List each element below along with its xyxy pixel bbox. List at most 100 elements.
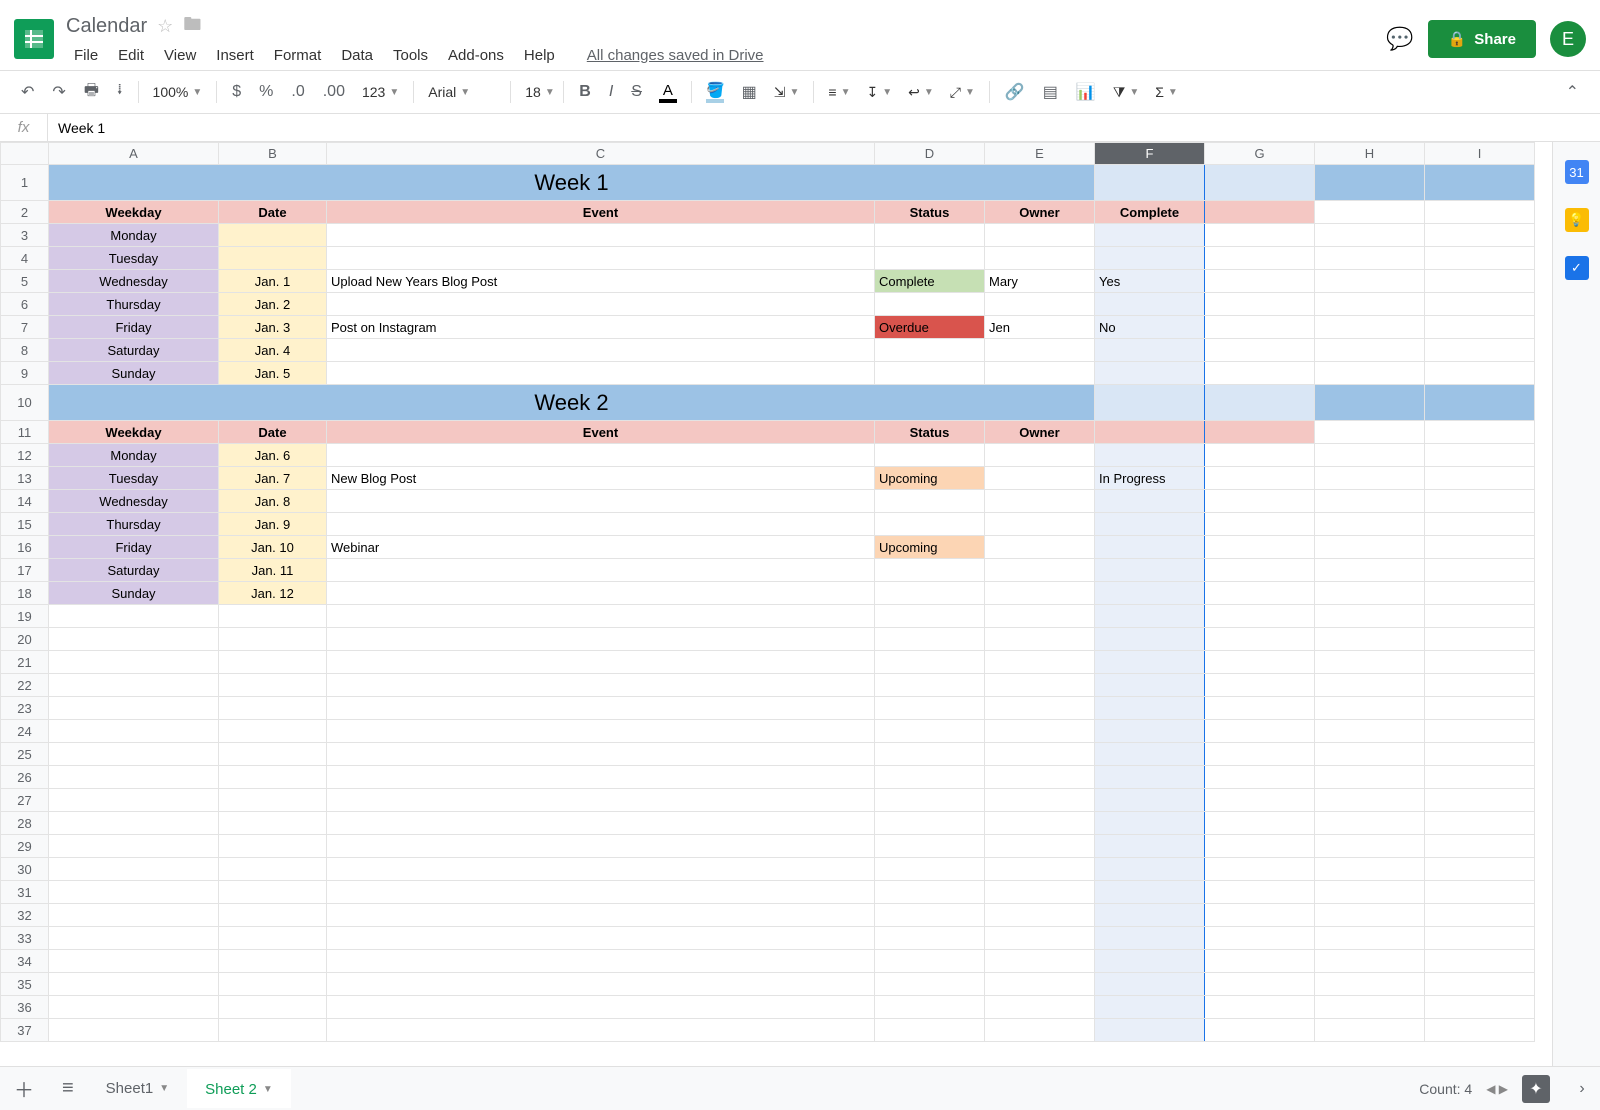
insert-comment-button[interactable]: ▤ <box>1036 77 1065 107</box>
cell[interactable] <box>1205 674 1315 697</box>
row-header-16[interactable]: 16 <box>1 536 49 559</box>
cell[interactable] <box>1095 697 1205 720</box>
cell[interactable] <box>49 858 219 881</box>
cell[interactable] <box>327 973 875 996</box>
strikethrough-button[interactable]: S <box>624 78 649 106</box>
row-header-6[interactable]: 6 <box>1 293 49 316</box>
cell[interactable] <box>1205 743 1315 766</box>
cell-status[interactable]: Overdue <box>875 316 985 339</box>
row-header-27[interactable]: 27 <box>1 789 49 812</box>
cell[interactable] <box>985 835 1095 858</box>
cell[interactable] <box>1425 1019 1535 1042</box>
cell[interactable] <box>1205 582 1315 605</box>
cell[interactable] <box>875 743 985 766</box>
cell[interactable] <box>219 812 327 835</box>
cell-date[interactable]: Jan. 8 <box>219 490 327 513</box>
cell-event[interactable] <box>327 582 875 605</box>
cell[interactable] <box>219 651 327 674</box>
sheet-tab-sheet1[interactable]: Sheet1▼ <box>88 1069 187 1108</box>
cell[interactable] <box>1425 559 1535 582</box>
select-all-cell[interactable] <box>1 143 49 165</box>
cell-date[interactable]: Jan. 1 <box>219 270 327 293</box>
currency-button[interactable]: $ <box>225 78 248 106</box>
cell-status[interactable] <box>875 339 985 362</box>
cell-status[interactable]: Upcoming <box>875 536 985 559</box>
cell-status[interactable] <box>875 224 985 247</box>
star-icon[interactable]: ☆ <box>157 16 173 37</box>
cell[interactable] <box>1095 927 1205 950</box>
cell[interactable] <box>875 973 985 996</box>
cell[interactable] <box>1425 316 1535 339</box>
menu-edit[interactable]: Edit <box>110 44 152 67</box>
save-status[interactable]: All changes saved in Drive <box>579 44 772 67</box>
row-header-14[interactable]: 14 <box>1 490 49 513</box>
cell[interactable] <box>327 743 875 766</box>
cell[interactable] <box>327 835 875 858</box>
cell-owner[interactable] <box>985 293 1095 316</box>
cell[interactable] <box>985 812 1095 835</box>
cell[interactable] <box>1315 1019 1425 1042</box>
cell[interactable] <box>985 950 1095 973</box>
cell-event[interactable] <box>327 293 875 316</box>
row-header-22[interactable]: 22 <box>1 674 49 697</box>
row-header-7[interactable]: 7 <box>1 316 49 339</box>
cell[interactable] <box>1425 224 1535 247</box>
cell-event[interactable] <box>327 247 875 270</box>
cell[interactable] <box>985 973 1095 996</box>
hdr-complete[interactable] <box>1095 421 1205 444</box>
cell[interactable] <box>1205 467 1315 490</box>
cell-status[interactable] <box>875 293 985 316</box>
tasks-addon-icon[interactable]: ✓ <box>1565 256 1589 280</box>
cell[interactable] <box>49 789 219 812</box>
cell[interactable] <box>1205 651 1315 674</box>
merge-cells-button[interactable]: ⇲▼ <box>768 80 806 105</box>
cell-weekday[interactable]: Friday <box>49 316 219 339</box>
cell[interactable] <box>49 674 219 697</box>
menu-format[interactable]: Format <box>266 44 330 67</box>
cell[interactable] <box>985 858 1095 881</box>
cell-status[interactable] <box>875 362 985 385</box>
cell[interactable] <box>49 973 219 996</box>
hdr-status[interactable]: Status <box>875 421 985 444</box>
cell-date[interactable]: Jan. 11 <box>219 559 327 582</box>
menu-file[interactable]: File <box>66 44 106 67</box>
cell-weekday[interactable]: Wednesday <box>49 270 219 293</box>
cell[interactable] <box>1205 421 1315 444</box>
cell[interactable] <box>875 996 985 1019</box>
row-header-3[interactable]: 3 <box>1 224 49 247</box>
cell[interactable] <box>219 766 327 789</box>
cell[interactable] <box>1095 766 1205 789</box>
cell[interactable] <box>1425 881 1535 904</box>
cell[interactable] <box>1315 536 1425 559</box>
cell-status[interactable]: Complete <box>875 270 985 293</box>
cell[interactable] <box>1425 973 1535 996</box>
cell[interactable] <box>49 651 219 674</box>
cell[interactable] <box>1315 927 1425 950</box>
hdr-owner[interactable]: Owner <box>985 421 1095 444</box>
cell[interactable] <box>219 674 327 697</box>
week-title[interactable]: Week 1 <box>49 165 1095 201</box>
cell[interactable] <box>1315 628 1425 651</box>
sheet-tab-sheet2[interactable]: Sheet 2▼ <box>187 1069 291 1108</box>
font-family-select[interactable]: Arial▼ <box>422 80 502 104</box>
cell[interactable] <box>1315 513 1425 536</box>
cell[interactable] <box>1205 536 1315 559</box>
row-header-1[interactable]: 1 <box>1 165 49 201</box>
cell[interactable] <box>1205 385 1315 421</box>
row-header-33[interactable]: 33 <box>1 927 49 950</box>
cell[interactable] <box>875 858 985 881</box>
cell[interactable] <box>1425 996 1535 1019</box>
cell[interactable] <box>1425 270 1535 293</box>
cell[interactable] <box>1425 582 1535 605</box>
cell[interactable] <box>1205 697 1315 720</box>
cell-status[interactable]: Upcoming <box>875 467 985 490</box>
cell[interactable] <box>1315 904 1425 927</box>
cell[interactable] <box>1425 201 1535 224</box>
col-header-A[interactable]: A <box>49 143 219 165</box>
cell-status[interactable] <box>875 513 985 536</box>
cell[interactable] <box>1095 743 1205 766</box>
row-header-31[interactable]: 31 <box>1 881 49 904</box>
cell-owner[interactable] <box>985 224 1095 247</box>
row-header-34[interactable]: 34 <box>1 950 49 973</box>
cell[interactable] <box>327 927 875 950</box>
